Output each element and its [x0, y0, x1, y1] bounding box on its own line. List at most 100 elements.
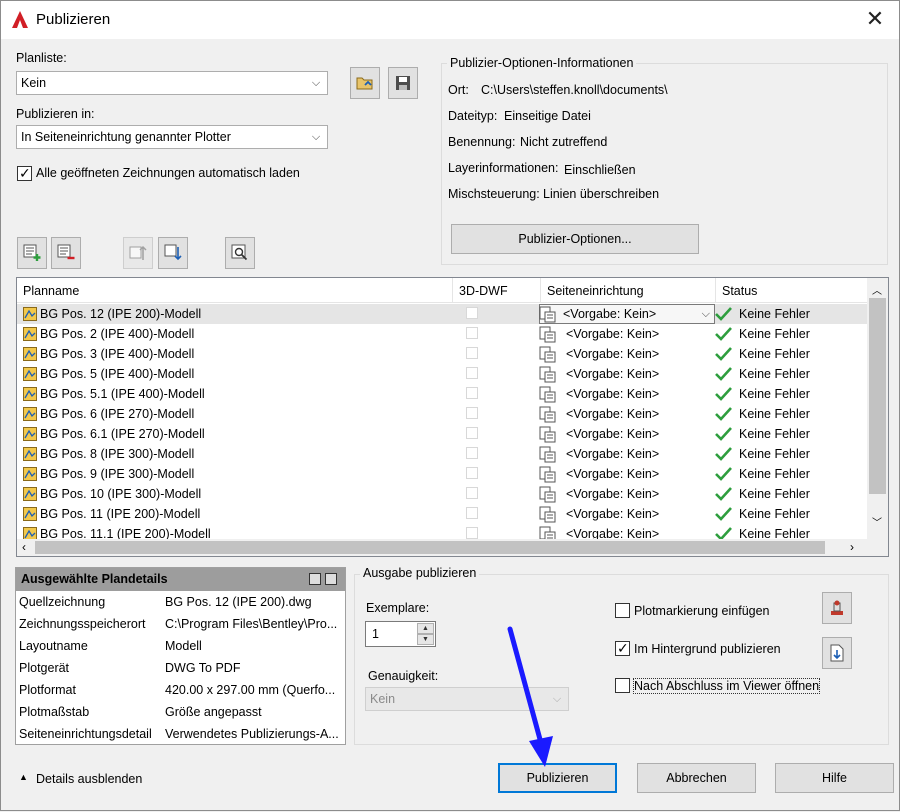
- table-row[interactable]: BG Pos. 10 (IPE 300)-Modell <Vorgabe: Kei…: [17, 484, 867, 504]
- table-row[interactable]: BG Pos. 6 (IPE 270)-Modell <Vorgabe: Kein…: [17, 404, 867, 424]
- plot-stamp-settings-button[interactable]: [822, 592, 852, 624]
- background-publish-details-button[interactable]: [822, 637, 852, 669]
- 3d-dwf-checkbox[interactable]: [466, 387, 478, 399]
- table-row[interactable]: BG Pos. 3 (IPE 400)-Modell <Vorgabe: Kein…: [17, 344, 867, 364]
- header-seiteneinrichtung[interactable]: Seiteneinrichtung: [541, 278, 716, 303]
- horizontal-scroll-thumb[interactable]: [35, 541, 825, 554]
- table-horizontal-scrollbar[interactable]: ‹ ›: [17, 539, 888, 556]
- chevron-down-icon: ⌵: [311, 77, 321, 89]
- spin-down-icon[interactable]: ▼: [417, 634, 434, 645]
- save-sheet-list-button[interactable]: [388, 67, 418, 99]
- checkmark-icon: [715, 307, 732, 321]
- info-value-ort: C:\Users\steffen.knoll\documents\: [481, 83, 668, 97]
- header-status[interactable]: Status: [716, 278, 867, 303]
- move-sheet-down-button[interactable]: [158, 237, 188, 269]
- floppy-disk-icon: [396, 76, 410, 90]
- auto-load-checkbox[interactable]: [17, 164, 32, 182]
- 3d-dwf-checkbox[interactable]: [466, 427, 478, 439]
- details-view-icon[interactable]: [309, 573, 321, 585]
- header-planname[interactable]: Planname: [17, 278, 453, 303]
- info-key-layer: Layerinformationen:: [448, 161, 559, 175]
- page-setup-value: <Vorgabe: Kein>: [566, 367, 660, 381]
- plotmarkierung-checkbox[interactable]: [615, 603, 630, 618]
- planliste-select[interactable]: Kein ⌵: [16, 71, 328, 95]
- table-row[interactable]: BG Pos. 12 (IPE 200)-Modell ⌵ <Vorgabe: Ke…: [17, 304, 867, 324]
- checkmark-icon: [715, 327, 732, 341]
- info-value-dateityp: Einseitige Datei: [504, 109, 591, 123]
- genauigkeit-select[interactable]: Kein ⌵: [365, 687, 569, 711]
- remove-sheets-button[interactable]: [51, 237, 81, 269]
- info-key-benennung: Benennung:: [448, 135, 516, 149]
- viewer-checkbox[interactable]: [615, 678, 630, 693]
- 3d-dwf-checkbox[interactable]: [466, 467, 478, 479]
- hintergrund-checkbox[interactable]: [615, 639, 630, 657]
- collapse-triangle-icon[interactable]: ▲: [19, 772, 28, 782]
- sheet-icon: [23, 367, 37, 381]
- 3d-dwf-checkbox[interactable]: [466, 367, 478, 379]
- publizieren-in-select[interactable]: In Seiteneinrichtung genannter Plotter ⌵: [16, 125, 328, 149]
- sheet-name: BG Pos. 5 (IPE 400)-Modell: [40, 367, 195, 381]
- preview-button[interactable]: [225, 237, 255, 269]
- table-row[interactable]: BG Pos. 8 (IPE 300)-Modell <Vorgabe: Kein…: [17, 444, 867, 464]
- table-row[interactable]: BG Pos. 5.1 (IPE 400)-Modell <Vorgabe: Ke…: [17, 384, 867, 404]
- exemplare-value: 1: [372, 627, 379, 641]
- publish-button[interactable]: Publizieren: [498, 763, 617, 793]
- info-value-layer: Einschließen: [564, 163, 636, 177]
- 3d-dwf-checkbox[interactable]: [466, 307, 478, 319]
- detail-value: Modell: [165, 639, 202, 653]
- chevron-down-icon: ⌵: [311, 131, 321, 143]
- detail-value: Verwendetes Publizierungs-A...: [165, 727, 339, 741]
- autocad-logo-icon: [12, 11, 28, 28]
- close-icon[interactable]: ✕: [863, 7, 887, 31]
- details-zoom-icon[interactable]: [325, 573, 337, 585]
- add-sheet-icon: [23, 244, 41, 261]
- 3d-dwf-checkbox[interactable]: [466, 507, 478, 519]
- chevron-down-icon: ⌵: [552, 693, 562, 705]
- table-row[interactable]: BG Pos. 2 (IPE 400)-Modell <Vorgabe: Kein…: [17, 324, 867, 344]
- help-button[interactable]: Hilfe: [775, 763, 894, 793]
- 3d-dwf-checkbox[interactable]: [466, 327, 478, 339]
- 3d-dwf-checkbox[interactable]: [466, 527, 478, 539]
- magnifier-preview-icon: [231, 244, 248, 261]
- sheet-name: BG Pos. 3 (IPE 400)-Modell: [40, 347, 195, 361]
- exemplare-spinner[interactable]: 1 ▲ ▼: [365, 621, 436, 647]
- status-value: Keine Fehler: [739, 367, 810, 381]
- detail-value: 420.00 x 297.00 mm (Querfo...: [165, 683, 336, 697]
- add-sheets-button[interactable]: [17, 237, 47, 269]
- table-row[interactable]: BG Pos. 9 (IPE 300)-Modell <Vorgabe: Kein…: [17, 464, 867, 484]
- scroll-left-icon[interactable]: ‹: [22, 539, 26, 555]
- header-3d-dwf[interactable]: 3D-DWF: [453, 278, 541, 303]
- status-value: Keine Fehler: [739, 427, 810, 441]
- spin-up-icon[interactable]: ▲: [417, 623, 434, 634]
- page-setup-icon: [539, 306, 556, 323]
- detail-value: Größe angepasst: [165, 705, 262, 719]
- scroll-right-icon[interactable]: ›: [850, 539, 854, 555]
- table-row[interactable]: BG Pos. 11 (IPE 200)-Modell <Vorgabe: Kei…: [17, 504, 867, 524]
- selected-sheet-details-panel: Ausgewählte Plandetails Quellzeichnung BG…: [15, 567, 346, 745]
- genauigkeit-label: Genauigkeit:: [368, 669, 439, 683]
- details-title: Ausgewählte Plandetails: [16, 568, 345, 591]
- sheet-name: BG Pos. 12 (IPE 200)-Modell: [40, 307, 202, 321]
- scroll-down-icon[interactable]: ﹀: [872, 514, 882, 529]
- sheet-icon: [23, 447, 37, 461]
- info-key-ort: Ort:: [448, 83, 469, 97]
- detail-key: Plotgerät: [19, 661, 70, 675]
- vertical-scroll-thumb[interactable]: [869, 298, 886, 494]
- 3d-dwf-checkbox[interactable]: [466, 407, 478, 419]
- 3d-dwf-checkbox[interactable]: [466, 347, 478, 359]
- status-value: Keine Fehler: [739, 307, 810, 321]
- 3d-dwf-checkbox[interactable]: [466, 487, 478, 499]
- page-setup-value: <Vorgabe: Kein>: [566, 427, 660, 441]
- details-toggle-link[interactable]: Details ausblenden: [36, 772, 142, 786]
- move-sheet-up-button[interactable]: [123, 237, 153, 269]
- publish-options-button[interactable]: Publizier-Optionen...: [451, 224, 699, 254]
- table-row[interactable]: BG Pos. 5 (IPE 400)-Modell <Vorgabe: Kein…: [17, 364, 867, 384]
- move-up-icon: [129, 245, 147, 260]
- detail-key: Plotmaßstab: [19, 705, 90, 719]
- table-row[interactable]: BG Pos. 6.1 (IPE 270)-Modell <Vorgabe: Ke…: [17, 424, 867, 444]
- scroll-up-icon[interactable]: ︿: [872, 282, 882, 297]
- cancel-button[interactable]: Abbrechen: [637, 763, 756, 793]
- load-sheet-list-button[interactable]: [350, 67, 380, 99]
- 3d-dwf-checkbox[interactable]: [466, 447, 478, 459]
- table-vertical-scrollbar[interactable]: ︿ ﹀: [867, 278, 888, 540]
